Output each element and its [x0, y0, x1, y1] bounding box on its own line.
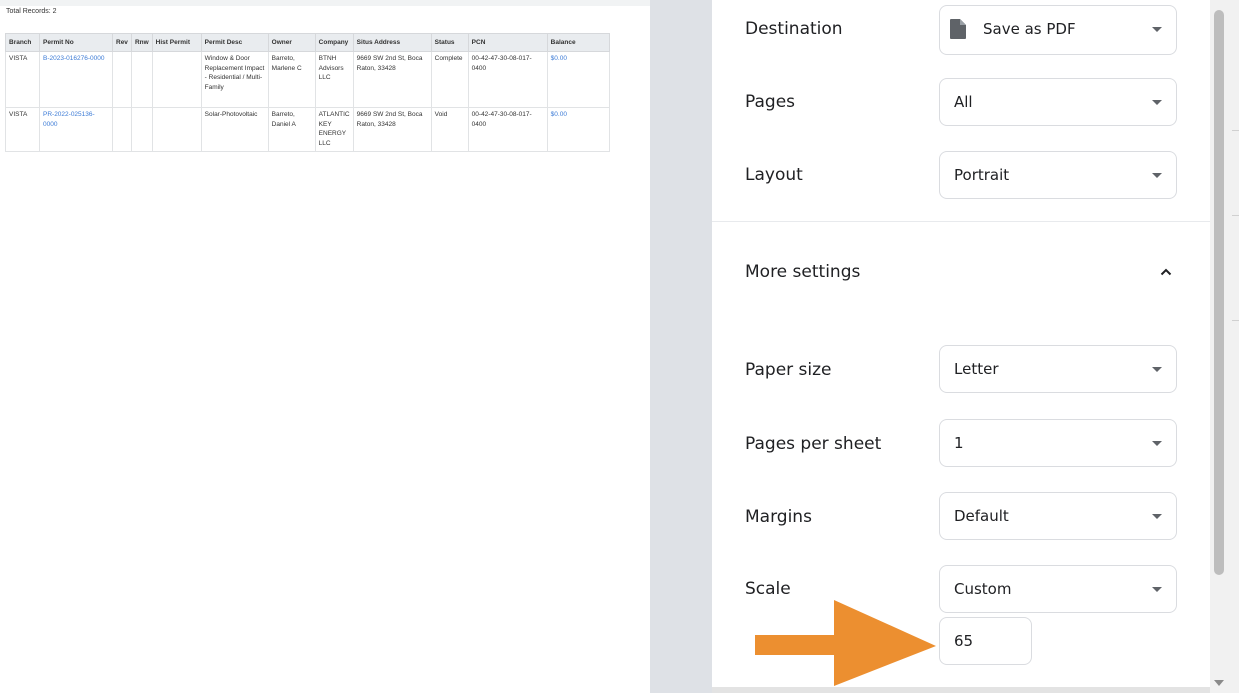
rev-cell — [112, 107, 132, 152]
pcn-cell: 00-42-47-30-08-017-0400 — [467, 107, 548, 152]
custom-scale-input[interactable] — [941, 619, 1030, 663]
situs-address-cell: 9669 SW 2nd St, Boca Raton, 33428 — [352, 51, 432, 108]
print-dialog: Total Records: 2 Branch Permit No Rev Rn… — [0, 0, 1239, 693]
owner-cell: Barreto, Marlene C — [267, 51, 316, 108]
pages-per-sheet-label: Pages per sheet — [745, 434, 882, 454]
dropdown-arrow-icon — [1152, 441, 1162, 446]
dropdown-arrow-icon — [1152, 27, 1162, 32]
dropdown-arrow-icon — [1152, 587, 1162, 592]
permit-no-link[interactable]: B-2023-016276-0000 — [39, 51, 113, 108]
destination-select[interactable]: Save as PDF — [939, 5, 1177, 55]
dropdown-arrow-icon — [1152, 367, 1162, 372]
balance-link[interactable]: $0.00 — [546, 107, 611, 152]
pages-per-sheet-value: 1 — [954, 434, 964, 452]
permit-desc-cell: Solar-Photovoltaic — [200, 107, 269, 152]
destination-label: Destination — [745, 19, 843, 39]
pages-label: Pages — [745, 92, 796, 112]
orange-arrow-icon — [755, 600, 936, 686]
column-header: Status — [430, 33, 469, 52]
destination-value: Save as PDF — [983, 20, 1076, 38]
rev-cell — [112, 51, 132, 108]
pages-value: All — [954, 93, 973, 111]
preview-page: Total Records: 2 Branch Permit No Rev Rn… — [0, 6, 650, 693]
section-divider — [712, 221, 1210, 222]
permit-desc-cell: Window & Door Replacement Impact - Resid… — [200, 51, 269, 108]
print-settings-panel: Destination Save as PDF Pages All Layout… — [712, 0, 1210, 693]
hist-permit-cell — [151, 51, 202, 108]
layout-select[interactable]: Portrait — [939, 151, 1177, 199]
scroll-down-arrow-icon[interactable] — [1214, 680, 1224, 686]
owner-cell: Barreto, Daniel A — [267, 107, 316, 152]
scrollbar-thumb[interactable] — [1214, 10, 1224, 575]
company-cell: BTNH Advisors LLC — [314, 51, 354, 108]
column-header: Hist Permit — [151, 33, 202, 52]
preview-gutter — [650, 0, 712, 693]
column-header: Situs Address — [352, 33, 432, 52]
branch-cell: VISTA — [5, 107, 40, 152]
permit-no-link[interactable]: PR-2022-025136-0000 — [39, 107, 113, 152]
margins-select[interactable]: Default — [939, 492, 1177, 540]
custom-scale-field[interactable] — [939, 617, 1032, 665]
settings-scrollbar[interactable] — [1210, 0, 1239, 693]
scale-label: Scale — [745, 579, 791, 599]
branch-cell: VISTA — [5, 51, 40, 108]
dropdown-arrow-icon — [1152, 514, 1162, 519]
dropdown-arrow-icon — [1152, 100, 1162, 105]
column-header: Owner — [267, 33, 316, 52]
print-preview-area: Total Records: 2 Branch Permit No Rev Rn… — [0, 0, 650, 693]
column-header: PCN — [467, 33, 548, 52]
table-row: VISTA PR-2022-025136-0000 Solar-Photovol… — [5, 107, 611, 152]
rnw-cell — [130, 107, 153, 152]
table-header-row: Branch Permit No Rev Rnw Hist Permit Per… — [5, 33, 611, 52]
column-header: Rev — [112, 33, 132, 52]
column-header: Branch — [5, 33, 40, 52]
paper-size-label: Paper size — [745, 360, 832, 380]
permits-table: Branch Permit No Rev Rnw Hist Permit Per… — [5, 33, 611, 152]
table-row: VISTA B-2023-016276-0000 Window & Door R… — [5, 51, 611, 108]
status-cell: Complete — [430, 51, 469, 108]
column-header: Balance — [546, 33, 611, 52]
rnw-cell — [130, 51, 153, 108]
layout-value: Portrait — [954, 166, 1010, 184]
paper-size-value: Letter — [954, 360, 999, 378]
chevron-up-icon[interactable] — [1160, 266, 1172, 278]
layout-label: Layout — [745, 165, 803, 185]
hist-permit-cell — [151, 107, 202, 152]
document-icon — [950, 19, 966, 39]
company-cell: ATLANTIC KEY ENERGY LLC — [314, 107, 354, 152]
pcn-cell: 00-42-47-30-08-017-0400 — [467, 51, 548, 108]
column-header: Permit No — [39, 33, 113, 52]
column-header: Company — [314, 33, 354, 52]
pages-per-sheet-select[interactable]: 1 — [939, 419, 1177, 467]
scale-value: Custom — [954, 580, 1012, 598]
situs-address-cell: 9669 SW 2nd St, Boca Raton, 33428 — [352, 107, 432, 152]
total-records-text: Total Records: 2 — [6, 8, 57, 15]
more-settings-toggle[interactable]: More settings — [745, 262, 860, 282]
paper-size-select[interactable]: Letter — [939, 345, 1177, 393]
column-header: Rnw — [130, 33, 153, 52]
edge-divider — [1232, 320, 1239, 321]
edge-divider — [1232, 130, 1239, 131]
column-header: Permit Desc — [200, 33, 269, 52]
margins-label: Margins — [745, 507, 812, 527]
scale-select[interactable]: Custom — [939, 565, 1177, 613]
balance-link[interactable]: $0.00 — [546, 51, 611, 108]
dropdown-arrow-icon — [1152, 173, 1162, 178]
status-cell: Void — [430, 107, 469, 152]
edge-divider — [1232, 215, 1239, 216]
margins-value: Default — [954, 507, 1009, 525]
pages-select[interactable]: All — [939, 78, 1177, 126]
